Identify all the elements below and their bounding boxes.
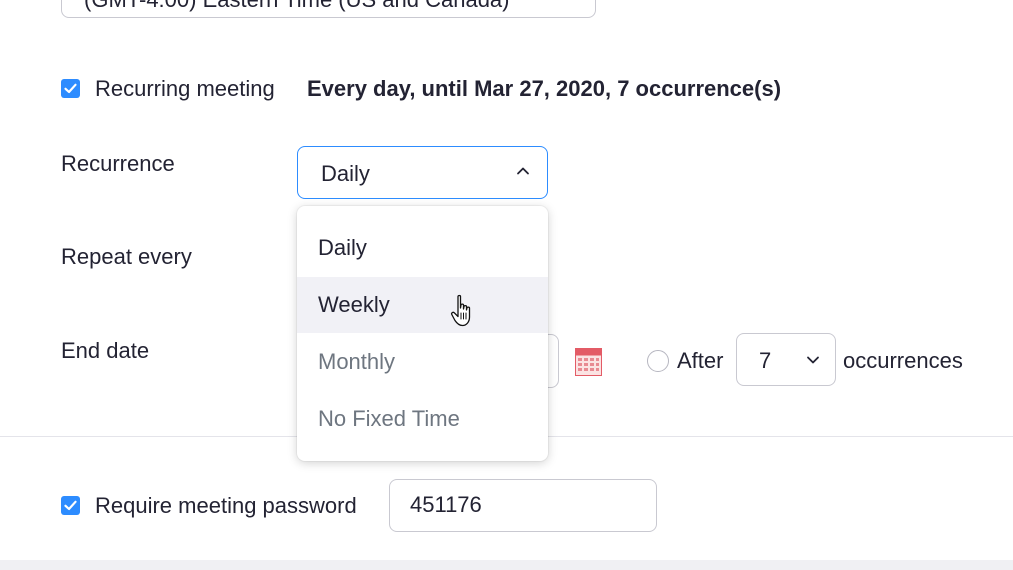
recurrence-selected-value: Daily — [321, 161, 370, 186]
occurrences-value: 7 — [759, 348, 772, 373]
recurrence-option-weekly[interactable]: Weekly — [297, 277, 548, 333]
recurrence-option-monthly[interactable]: Monthly — [297, 334, 548, 390]
timezone-select[interactable]: (GMT-4:00) Eastern Time (US and Canada) — [61, 0, 596, 18]
schedule-meeting-page: (GMT-4:00) Eastern Time (US and Canada) … — [0, 0, 1013, 570]
end-after-radio[interactable] — [647, 350, 669, 372]
password-input[interactable] — [410, 492, 630, 518]
recurrence-option-no-fixed-time[interactable]: No Fixed Time — [297, 391, 548, 447]
checkmark-icon — [64, 83, 77, 94]
occurrences-select[interactable]: 7 — [736, 333, 836, 386]
bottom-band — [0, 560, 1013, 570]
timezone-value: (GMT-4:00) Eastern Time (US and Canada) — [84, 0, 510, 13]
recurrence-dropdown-menu: Daily Weekly Monthly No Fixed Time — [297, 206, 548, 461]
recurrence-label: Recurrence — [61, 151, 175, 176]
end-after-label: After — [677, 348, 724, 373]
require-password-label: Require meeting password — [95, 493, 357, 518]
occurrences-label: occurrences — [843, 348, 963, 373]
recurrence-summary: Every day, until Mar 27, 2020, 7 occurre… — [307, 76, 782, 101]
chevron-up-icon — [517, 167, 529, 175]
recurring-meeting-checkbox[interactable] — [61, 79, 80, 98]
chevron-down-icon — [807, 356, 819, 364]
end-date-label: End date — [61, 338, 150, 363]
recurrence-select[interactable]: Daily — [297, 146, 548, 199]
calendar-icon[interactable] — [575, 348, 602, 376]
repeat-every-label: Repeat every — [61, 244, 192, 269]
require-password-checkbox[interactable] — [61, 496, 80, 515]
recurring-meeting-label: Recurring meeting — [95, 76, 275, 101]
recurrence-option-daily[interactable]: Daily — [297, 220, 548, 276]
hand-pointer-icon — [450, 294, 471, 327]
checkmark-icon — [64, 500, 77, 511]
password-field[interactable] — [389, 479, 657, 532]
